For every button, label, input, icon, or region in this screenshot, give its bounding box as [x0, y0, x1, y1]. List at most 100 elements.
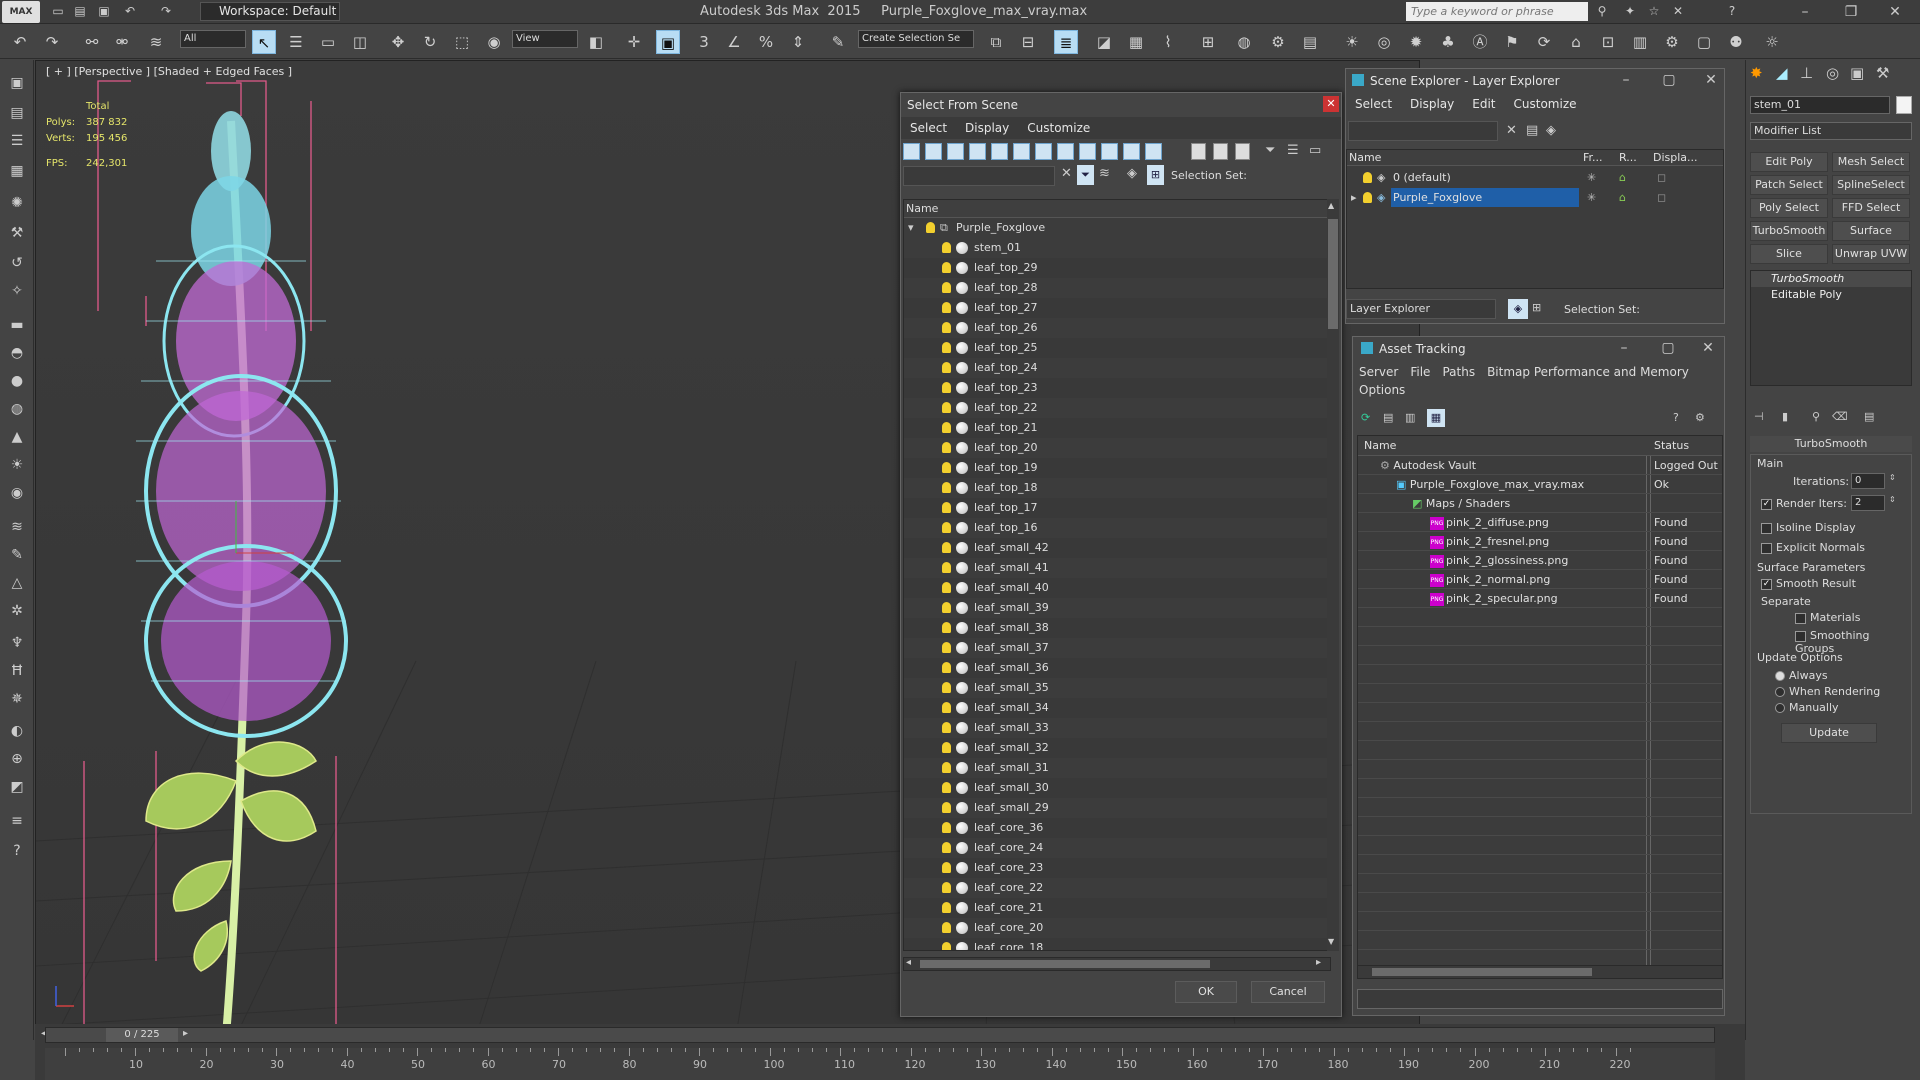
- scene-object-row[interactable]: leaf_top_22: [904, 398, 1330, 418]
- question-icon[interactable]: ?: [6, 840, 28, 862]
- lightbulb-icon[interactable]: [942, 562, 951, 573]
- select-place-icon[interactable]: ◉: [482, 30, 506, 54]
- close-icon[interactable]: ✕: [1323, 96, 1339, 112]
- lightbulb-icon[interactable]: [942, 722, 951, 733]
- scene-object-row[interactable]: leaf_core_18: [904, 938, 1330, 950]
- lightbulb-icon[interactable]: [942, 822, 951, 833]
- modifier-button[interactable]: Unwrap UVW: [1832, 244, 1910, 264]
- lightbulb-icon[interactable]: [942, 902, 951, 913]
- scene-object-row[interactable]: leaf_small_40: [904, 578, 1330, 598]
- light-lister-icon[interactable]: ☼: [1760, 30, 1784, 54]
- edit-named-selection-icon[interactable]: ✎: [826, 30, 850, 54]
- scene-search-input[interactable]: [1348, 121, 1498, 141]
- track-bar[interactable]: 10 20 30 40 50 60 70 80 90 100 110 120 130 140 150 160 1…: [45, 1048, 1715, 1080]
- percent-snap-icon[interactable]: %: [754, 30, 778, 54]
- checkbox-icon[interactable]: ✓: [1761, 578, 1772, 590]
- selection-filter-dropdown[interactable]: All: [180, 30, 246, 48]
- fit-view-icon[interactable]: ⊡: [1596, 30, 1620, 54]
- modifier-button[interactable]: Mesh Select: [1832, 152, 1910, 172]
- scroll-left-icon[interactable]: ◂: [906, 957, 911, 968]
- lightbulb-icon[interactable]: [942, 782, 951, 793]
- list-icon[interactable]: ☰: [6, 130, 28, 152]
- hierarchy-icon[interactable]: ⊞: [1147, 165, 1164, 185]
- scene-object-row[interactable]: leaf_top_17: [904, 498, 1330, 518]
- update-rendering-row[interactable]: When Rendering: [1775, 685, 1880, 698]
- lightbulb-icon[interactable]: [942, 482, 951, 493]
- close-search-icon[interactable]: ✕: [1670, 3, 1686, 19]
- asset-row[interactable]: PNG pink_2_glossiness.png Found: [1358, 551, 1722, 570]
- scene-object-row[interactable]: leaf_small_35: [904, 678, 1330, 698]
- select-object-icon[interactable]: ↖: [252, 30, 276, 54]
- asset-row[interactable]: ⚙ Autodesk Vault Logged Out: [1358, 456, 1722, 475]
- viewport-label[interactable]: [ + ] [Perspective ] [Shaded + Edged Fac…: [46, 65, 292, 78]
- modifier-button[interactable]: FFD Select: [1832, 198, 1910, 218]
- asset-hscrollbar[interactable]: [1357, 965, 1723, 979]
- grass-icon[interactable]: ♆: [6, 632, 28, 654]
- layers-mode-icon[interactable]: ◈: [1508, 299, 1528, 319]
- align-icon[interactable]: ⊟: [1016, 30, 1040, 54]
- spinner-snap-icon[interactable]: ⇕: [786, 30, 810, 54]
- new-file-icon[interactable]: ▭: [50, 3, 66, 19]
- lightbulb-icon[interactable]: [942, 762, 951, 773]
- select-invert-icon[interactable]: [1235, 143, 1250, 160]
- menu-file[interactable]: File: [1404, 363, 1436, 381]
- display-geometry-icon[interactable]: [903, 143, 920, 160]
- fur-icon[interactable]: ✵: [6, 688, 28, 710]
- tree-icon[interactable]: ♣: [1436, 30, 1460, 54]
- display-box-icon[interactable]: ◻: [1657, 168, 1666, 187]
- toggle-scene-explorer-icon[interactable]: ≣: [1054, 30, 1078, 54]
- update-manually-row[interactable]: Manually: [1775, 701, 1839, 714]
- scene-object-row[interactable]: leaf_top_24: [904, 358, 1330, 378]
- menu-options[interactable]: Options: [1353, 381, 1411, 399]
- scroll-up-icon[interactable]: ▲: [1328, 201, 1334, 210]
- asset-path-field[interactable]: [1357, 989, 1723, 1009]
- minimize-button[interactable]: –: [1611, 69, 1641, 91]
- hair-icon[interactable]: ≋: [6, 516, 28, 538]
- rotate-icon[interactable]: ↻: [418, 30, 442, 54]
- freeze-icon[interactable]: ✳: [1587, 168, 1596, 187]
- scene-object-list[interactable]: Name ▾ ⧉ Purple_Foxglove stem_01 leaf_top…: [903, 199, 1331, 951]
- asset-row[interactable]: PNG pink_2_diffuse.png Found: [1358, 513, 1722, 532]
- layer-tools-icon[interactable]: ◈: [1546, 123, 1556, 138]
- horizontal-scrollbar[interactable]: ◂ ▸: [903, 957, 1331, 971]
- restore-window-button[interactable]: ❐: [1836, 1, 1866, 23]
- modifier-list-dropdown[interactable]: Modifier List: [1750, 122, 1912, 140]
- new-layer-icon[interactable]: ▤: [1526, 123, 1538, 138]
- text-icon[interactable]: Ⓐ: [1468, 30, 1492, 54]
- make-unique-icon[interactable]: ⚲: [1812, 410, 1820, 423]
- rectangle-selection-icon[interactable]: ▭: [316, 30, 340, 54]
- maximize-button[interactable]: ▢: [1653, 337, 1683, 359]
- modifier-stack[interactable]: TurboSmooth Editable Poly: [1750, 270, 1912, 386]
- lightbulb-icon[interactable]: [1363, 192, 1372, 203]
- search-input[interactable]: Type a keyword or phrase: [1406, 2, 1588, 21]
- checkbox-icon[interactable]: [1761, 542, 1772, 554]
- explorer-type-dropdown[interactable]: Layer Explorer: [1346, 299, 1496, 319]
- scroll-down-icon[interactable]: ▼: [1328, 937, 1334, 946]
- grid-icon[interactable]: ▦: [6, 160, 28, 182]
- scene-object-row[interactable]: leaf_small_38: [904, 618, 1330, 638]
- clear-search-icon[interactable]: ✕: [1506, 123, 1517, 138]
- hierarchy-icon[interactable]: ⊞: [1532, 301, 1541, 314]
- configure-sets-icon[interactable]: ▤: [1864, 410, 1874, 423]
- refresh-icon[interactable]: ⟳: [1361, 411, 1370, 424]
- lightbulb-icon[interactable]: [942, 842, 951, 853]
- modifier-button[interactable]: TurboSmooth: [1750, 221, 1828, 241]
- tree-view-icon[interactable]: ▥: [1405, 411, 1415, 424]
- lightbulb-icon[interactable]: [942, 702, 951, 713]
- schematic-view-icon[interactable]: ⊞: [1196, 30, 1220, 54]
- paint-icon[interactable]: ✎: [6, 544, 28, 566]
- keyboard-shortcut-override-icon[interactable]: ▣: [656, 30, 680, 54]
- link-icon[interactable]: ⚯: [80, 30, 104, 54]
- explicit-normals-row[interactable]: Explicit Normals: [1761, 541, 1865, 554]
- pin-stack-icon[interactable]: ⊣: [1754, 410, 1764, 423]
- render-setup-icon[interactable]: ⚙: [1266, 30, 1290, 54]
- layers-icon[interactable]: ▤: [6, 102, 28, 124]
- mirror-icon[interactable]: ⧉: [984, 30, 1008, 54]
- sun-icon[interactable]: ☀: [6, 454, 28, 476]
- object-color-swatch[interactable]: [1896, 96, 1912, 114]
- asset-row[interactable]: ▣ Purple_Foxglove_max_vray.max Ok: [1358, 475, 1722, 494]
- lightbulb-icon[interactable]: [942, 942, 951, 950]
- scene-object-row[interactable]: leaf_small_29: [904, 798, 1330, 818]
- scene-object-row[interactable]: leaf_top_27: [904, 298, 1330, 318]
- column-name[interactable]: Name: [1364, 436, 1396, 456]
